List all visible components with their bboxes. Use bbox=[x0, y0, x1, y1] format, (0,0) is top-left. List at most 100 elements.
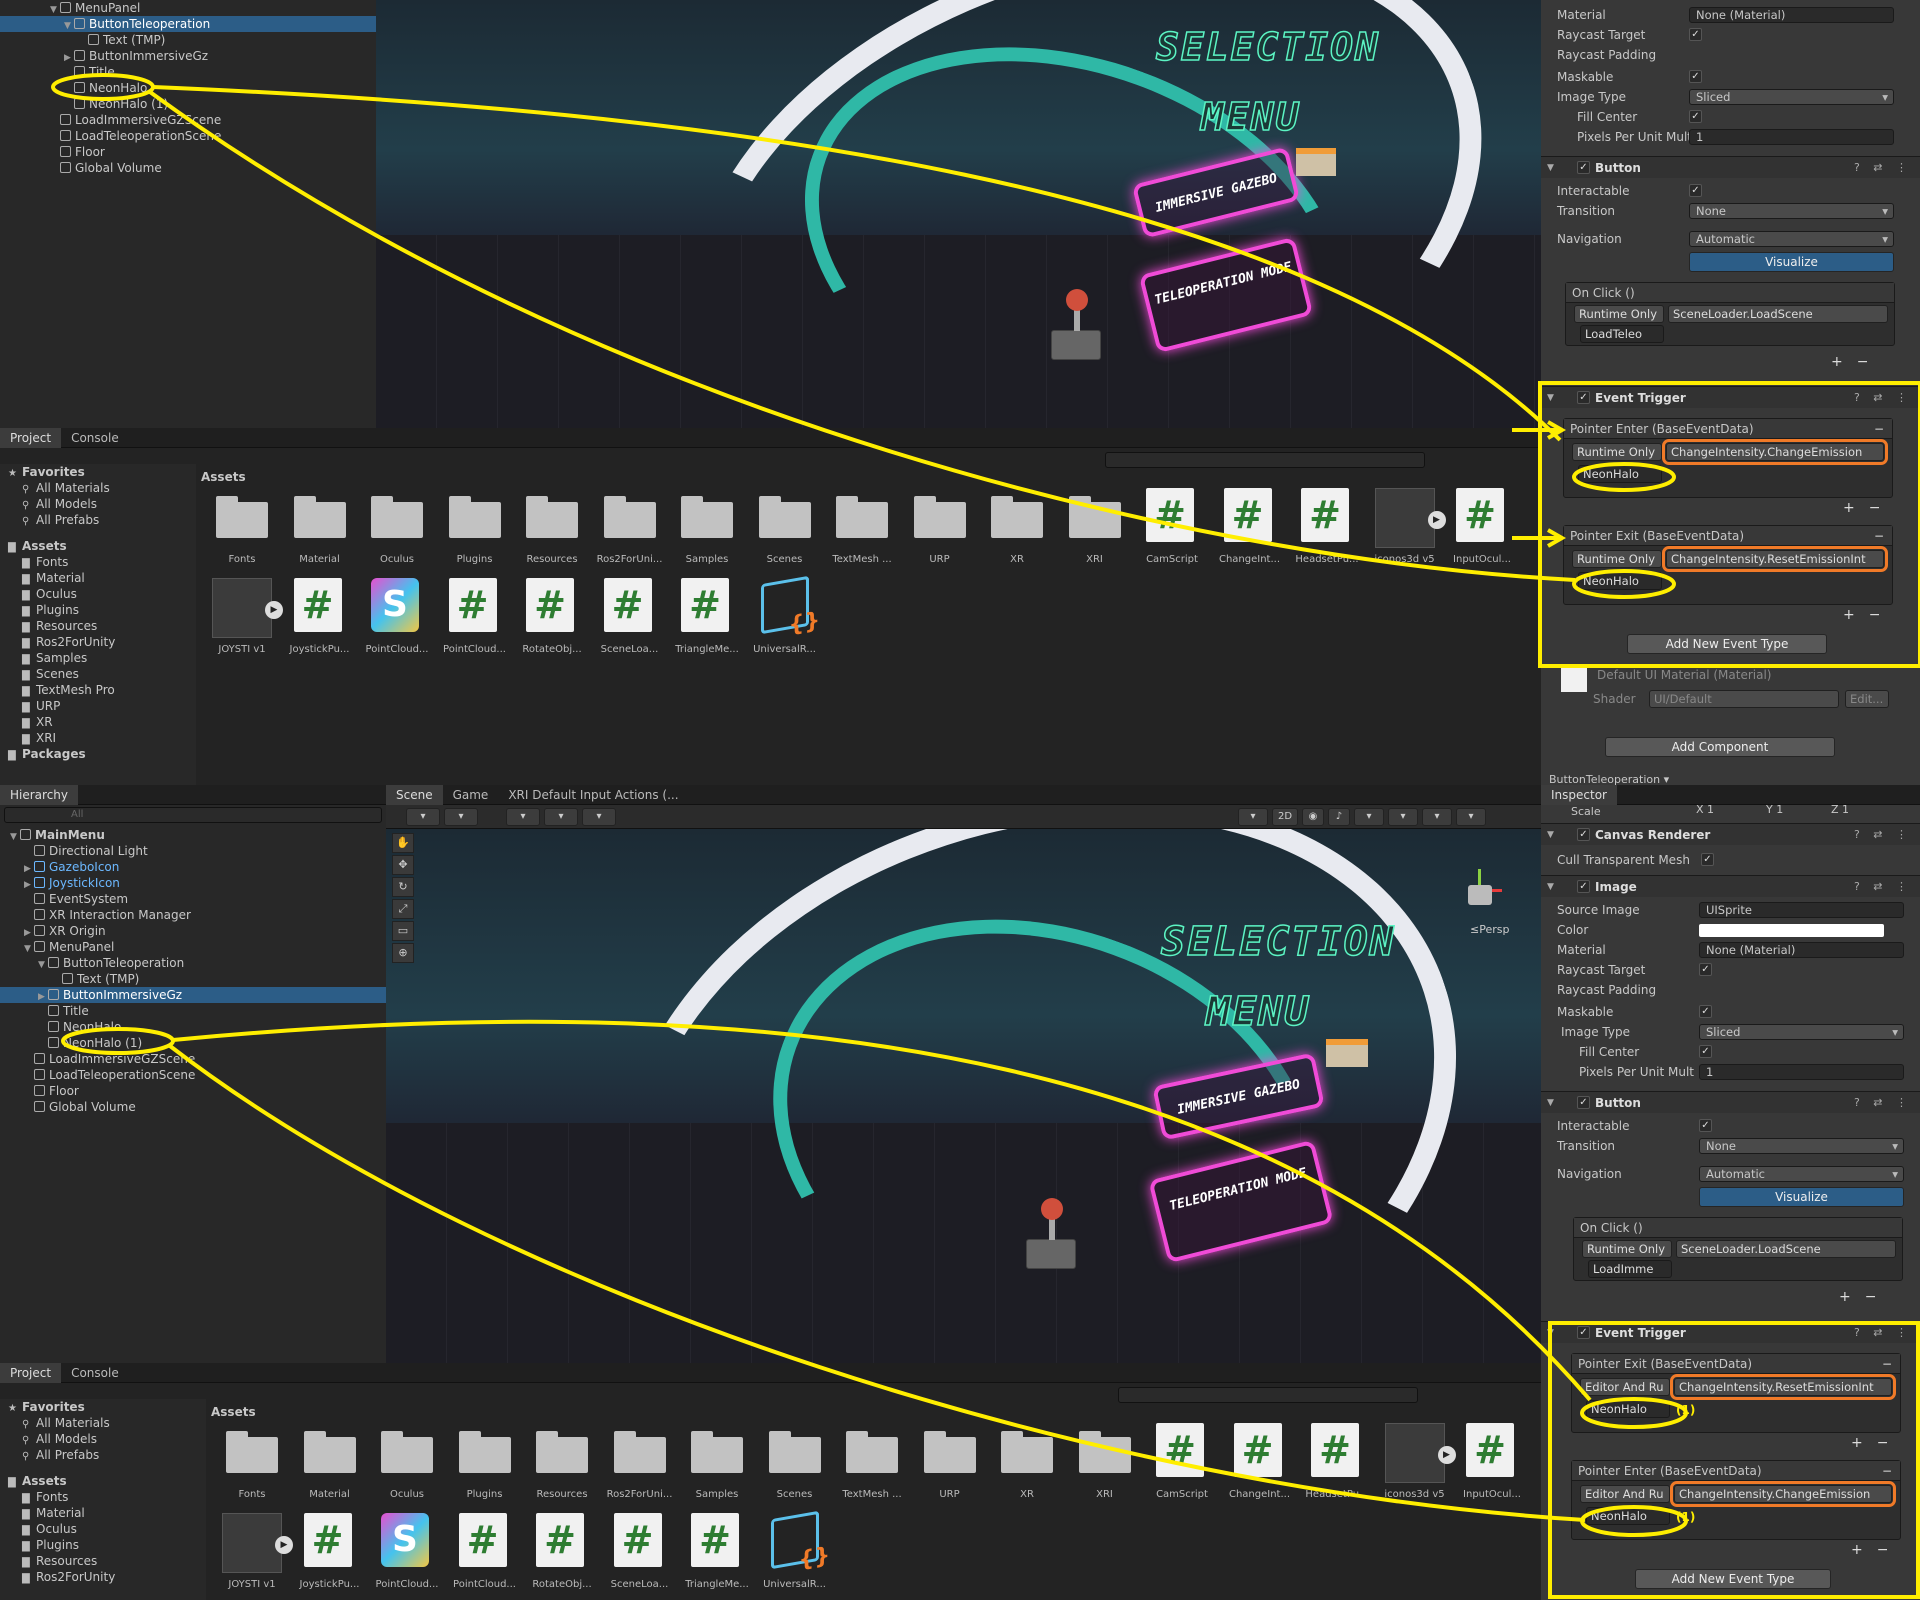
checkbox[interactable]: ✓ bbox=[1699, 1005, 1712, 1018]
hierarchy-item[interactable]: ▶ ButtonImmersiveGz bbox=[0, 987, 386, 1003]
folder-icon[interactable] bbox=[681, 494, 733, 538]
call-mode-dropdown[interactable]: Editor And Ru bbox=[1580, 1485, 1670, 1503]
folder-icon[interactable] bbox=[458, 1429, 511, 1473]
shading-dropdown[interactable]: ▾ bbox=[1238, 808, 1268, 826]
call-mode-dropdown[interactable]: Runtime Only bbox=[1572, 443, 1662, 461]
scale-tool[interactable]: ⤢ bbox=[392, 899, 414, 919]
visualize-button[interactable]: Visualize bbox=[1699, 1187, 1904, 1207]
csharp-script-icon[interactable]: # bbox=[1301, 488, 1349, 542]
folder-icon[interactable] bbox=[1078, 1429, 1131, 1473]
snap-toggle[interactable]: ▾ bbox=[544, 808, 578, 826]
remove-event-icon[interactable]: − bbox=[1882, 1354, 1892, 1374]
hierarchy-search-input[interactable]: All bbox=[4, 807, 382, 823]
hierarchy-item[interactable]: ▶ ButtonImmersiveGz bbox=[0, 48, 376, 64]
field-value[interactable]: None bbox=[1689, 203, 1894, 219]
hierarchy-item[interactable]: NeonHalo bbox=[0, 1019, 386, 1035]
tab-project-bottom[interactable]: Project bbox=[0, 1363, 62, 1383]
component-menu-icons[interactable]: ? ⇄ ⋮ bbox=[1854, 387, 1912, 409]
folder-icon[interactable] bbox=[448, 494, 501, 538]
event-trigger-header[interactable]: ▼ ✓ Event Trigger ? ⇄ ⋮ bbox=[1541, 1321, 1920, 1343]
function-dropdown[interactable]: SceneLoader.LoadScene bbox=[1668, 305, 1888, 323]
persp-label[interactable]: ≤Persp bbox=[1470, 923, 1509, 936]
hierarchy-item[interactable]: LoadTeleoperationScene bbox=[0, 1067, 386, 1083]
folder-item[interactable]: ▇ Plugins bbox=[0, 602, 196, 618]
tab-console-bottom[interactable]: Console bbox=[61, 1363, 129, 1383]
field-value[interactable]: UISprite bbox=[1699, 902, 1904, 918]
shader-edit-button[interactable]: Edit... bbox=[1845, 690, 1889, 708]
csharp-script-icon[interactable]: # bbox=[536, 1513, 584, 1567]
folder-icon[interactable] bbox=[526, 494, 578, 538]
add-component-button[interactable]: Add Component bbox=[1605, 737, 1835, 757]
call-mode-dropdown[interactable]: Runtime Only bbox=[1574, 305, 1664, 323]
csharp-script-icon[interactable]: # bbox=[1146, 488, 1194, 542]
hierarchy-item[interactable]: XR Interaction Manager bbox=[0, 907, 386, 923]
folder-icon[interactable] bbox=[836, 494, 888, 538]
component-menu-icons[interactable]: ? ⇄ ⋮ bbox=[1854, 1092, 1912, 1114]
foldout-arrow-icon[interactable]: ▼ bbox=[1547, 876, 1554, 898]
hierarchy-item[interactable]: NeonHalo bbox=[0, 80, 376, 96]
add-remove-listener[interactable]: +− bbox=[1839, 1289, 1890, 1305]
hierarchy-item[interactable]: LoadImmersiveGZScene bbox=[0, 1051, 386, 1067]
field-value[interactable]: 1 bbox=[1689, 129, 1894, 145]
hidden-toggle[interactable]: ▾ bbox=[1388, 808, 1418, 826]
folder-icon[interactable] bbox=[613, 1429, 666, 1473]
folder-icon[interactable] bbox=[923, 1429, 976, 1473]
folder-item[interactable]: ▇ Material bbox=[0, 570, 196, 586]
checkbox[interactable]: ✓ bbox=[1701, 853, 1714, 866]
folder-item[interactable]: ▇ Plugins bbox=[0, 1537, 206, 1553]
effects-dropdown[interactable]: ▾ bbox=[1354, 808, 1384, 826]
csharp-script-icon[interactable]: # bbox=[1456, 488, 1504, 542]
tab-console[interactable]: Console bbox=[61, 428, 129, 448]
component-menu-icons[interactable]: ? ⇄ ⋮ bbox=[1854, 876, 1912, 898]
scale-z[interactable]: Z 1 bbox=[1831, 803, 1849, 816]
folder-icon[interactable] bbox=[381, 1429, 433, 1473]
hierarchy-item[interactable]: ▶ XR Origin bbox=[0, 923, 386, 939]
shader-script-icon[interactable]: S bbox=[371, 578, 419, 632]
hierarchy-item[interactable]: Text (TMP) bbox=[0, 971, 386, 987]
image-component-header[interactable]: ▼ ✓ Image ? ⇄ ⋮ bbox=[1541, 875, 1920, 897]
hierarchy-item[interactable]: ▶ GazeboIcon bbox=[0, 859, 386, 875]
gizmos-dropdown[interactable]: ▾ bbox=[1456, 808, 1486, 826]
model-thumbnail-icon[interactable]: ▶ bbox=[222, 1513, 293, 1573]
target-object-field[interactable]: NeonHalo bbox=[1578, 572, 1662, 590]
favorite-item[interactable]: ⚲ All Prefabs bbox=[0, 1447, 206, 1463]
preview-footer[interactable]: ButtonTeleoperation ▾ bbox=[1549, 773, 1669, 785]
field-value[interactable]: Automatic bbox=[1689, 231, 1894, 247]
csharp-script-icon[interactable]: # bbox=[1156, 1423, 1204, 1477]
folder-item[interactable]: ▇ Samples bbox=[0, 650, 196, 666]
add-remove-listener[interactable]: +− bbox=[1851, 1435, 1902, 1451]
folder-item[interactable]: ▇ Scenes bbox=[0, 666, 196, 682]
button-component-header[interactable]: ▼ ✓ Button ? ⇄ ⋮ bbox=[1541, 1091, 1920, 1113]
add-remove-listener[interactable]: +− bbox=[1843, 607, 1894, 623]
csharp-script-icon[interactable]: # bbox=[1233, 1423, 1282, 1477]
foldout-arrow-icon[interactable]: ▼ bbox=[1547, 824, 1554, 846]
target-object-field[interactable]: NeonHalo bbox=[1578, 465, 1662, 483]
hierarchy-item[interactable]: NeonHalo (1) bbox=[0, 1035, 386, 1051]
csharp-script-icon[interactable]: # bbox=[293, 578, 342, 632]
component-enable-checkbox[interactable]: ✓ bbox=[1577, 880, 1590, 893]
function-dropdown[interactable]: ChangeIntensity.ChangeEmission bbox=[1670, 1481, 1896, 1507]
scale-y[interactable]: Y 1 bbox=[1766, 803, 1783, 816]
csharp-script-icon[interactable]: # bbox=[448, 578, 497, 632]
field-value[interactable]: Automatic bbox=[1699, 1166, 1904, 1182]
folder-item[interactable]: ▇ URP bbox=[0, 698, 196, 714]
color-swatch[interactable] bbox=[1699, 924, 1884, 937]
component-menu-icons[interactable]: ? ⇄ ⋮ bbox=[1854, 157, 1912, 179]
checkbox[interactable]: ✓ bbox=[1689, 70, 1702, 83]
foldout-arrow-icon[interactable]: ▼ bbox=[1547, 1092, 1554, 1114]
add-new-event-type-button[interactable]: Add New Event Type bbox=[1635, 1569, 1831, 1589]
asset-cube-icon[interactable]: {} bbox=[770, 1510, 830, 1573]
draw-mode-dropdown[interactable]: ▾ bbox=[406, 808, 440, 826]
folder-icon[interactable] bbox=[536, 1429, 588, 1473]
transform-tool[interactable]: ⊕ bbox=[392, 943, 414, 963]
folder-icon[interactable] bbox=[991, 494, 1043, 538]
project-search-input-bottom[interactable] bbox=[1118, 1387, 1418, 1403]
favorite-item[interactable]: ⚲ All Materials bbox=[0, 480, 196, 496]
checkbox[interactable]: ✓ bbox=[1699, 1045, 1712, 1058]
checkbox[interactable]: ✓ bbox=[1689, 110, 1702, 123]
global-dropdown[interactable]: ▾ bbox=[444, 808, 478, 826]
orientation-gizmo[interactable] bbox=[1458, 869, 1508, 919]
folder-icon[interactable] bbox=[371, 494, 423, 538]
folder-icon[interactable] bbox=[758, 494, 811, 538]
component-enable-checkbox[interactable]: ✓ bbox=[1577, 1326, 1590, 1339]
